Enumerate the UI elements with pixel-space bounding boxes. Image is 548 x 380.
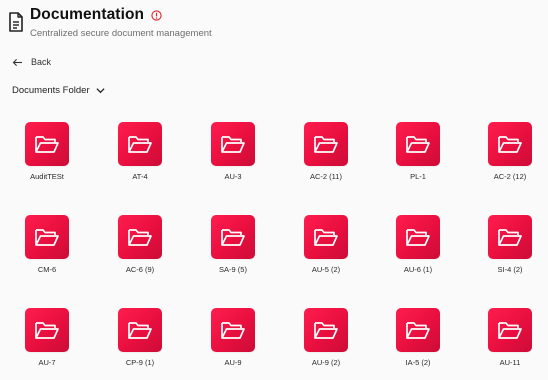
- folder-badge: [396, 215, 440, 259]
- folder-badge: [396, 308, 440, 352]
- folder-tile[interactable]: SI-4 (2): [465, 215, 548, 285]
- folder-icon: [128, 136, 152, 153]
- folder-icon: [221, 322, 245, 339]
- folder-icon: [221, 229, 245, 246]
- folder-icon: [406, 322, 430, 339]
- folder-tile[interactable]: AU-7: [2, 308, 92, 378]
- folder-tile[interactable]: AC-2 (11): [281, 122, 371, 192]
- folder-icon: [35, 136, 59, 153]
- folder-tile[interactable]: AU-6 (1): [373, 215, 463, 285]
- info-icon[interactable]: [151, 9, 162, 21]
- folder-badge: [118, 215, 162, 259]
- folder-tile[interactable]: AC-2 (12): [465, 122, 548, 192]
- folder-tile[interactable]: AT-4: [95, 122, 185, 192]
- folder-icon: [314, 229, 338, 246]
- folder-badge: [211, 122, 255, 166]
- back-label: Back: [31, 57, 52, 67]
- page-subtitle: Centralized secure document management: [30, 28, 212, 39]
- folder-badge: [211, 308, 255, 352]
- folder-label: AU-5 (2): [311, 265, 341, 274]
- chevron-down-icon: [96, 88, 105, 94]
- folder-tile[interactable]: AU-11: [465, 308, 548, 378]
- folder-label: AU-9 (2): [311, 358, 341, 367]
- folder-label: AU-3: [224, 172, 242, 181]
- folder-tile[interactable]: AU-9: [188, 308, 278, 378]
- back-button[interactable]: Back: [12, 57, 51, 67]
- folder-badge: [488, 308, 532, 352]
- folder-label: IA-5 (2): [405, 358, 431, 367]
- folder-icon: [498, 229, 522, 246]
- folder-badge: [304, 122, 348, 166]
- folder-tile[interactable]: IA-5 (2): [373, 308, 463, 378]
- folder-icon: [128, 229, 152, 246]
- folder-tile[interactable]: SA-9 (5): [188, 215, 278, 285]
- folder-dropdown-value: Documents Folder: [12, 85, 90, 96]
- folder-tile[interactable]: PL-1: [373, 122, 463, 192]
- folder-label: AT-4: [132, 172, 148, 181]
- folder-dropdown[interactable]: Documents Folder: [12, 85, 105, 96]
- folder-icon: [498, 322, 522, 339]
- folder-tile[interactable]: CM-6: [2, 215, 92, 285]
- page-title: Documentation: [30, 6, 145, 23]
- folder-badge: [25, 122, 69, 166]
- folder-tile[interactable]: AU-5 (2): [281, 215, 371, 285]
- folder-icon: [128, 322, 152, 339]
- folder-tile[interactable]: AC-6 (9): [95, 215, 185, 285]
- folder-badge: [396, 122, 440, 166]
- folder-badge: [211, 215, 255, 259]
- folder-label: AC-6 (9): [125, 265, 155, 274]
- folder-label: AuditTESt: [30, 172, 64, 181]
- arrow-left-icon: [12, 58, 22, 66]
- folder-badge: [25, 215, 69, 259]
- folder-icon: [35, 229, 59, 246]
- folder-label: SA-9 (5): [219, 265, 247, 274]
- folder-label: AC-2 (11): [310, 172, 342, 181]
- folder-label: SI-4 (2): [497, 265, 523, 274]
- folder-icon: [314, 136, 338, 153]
- folder-icon: [314, 322, 338, 339]
- folder-label: AC-2 (12): [493, 172, 527, 181]
- folder-icon: [35, 322, 59, 339]
- page-header: Documentation Centralized secure documen…: [8, 6, 212, 39]
- folder-badge: [488, 122, 532, 166]
- folder-tile[interactable]: CP-9 (1): [95, 308, 185, 378]
- folder-icon: [406, 136, 430, 153]
- folder-tile[interactable]: AuditTESt: [2, 122, 92, 192]
- folder-badge: [488, 215, 532, 259]
- folder-tile[interactable]: AU-9 (2): [281, 308, 371, 378]
- folder-badge: [118, 122, 162, 166]
- folder-badge: [304, 215, 348, 259]
- folder-label: AU-7: [38, 358, 56, 367]
- folder-label: CM-6: [37, 265, 57, 274]
- folder-badge: [25, 308, 69, 352]
- folder-label: CP-9 (1): [125, 358, 155, 367]
- folder-tile[interactable]: AU-3: [188, 122, 278, 192]
- folder-label: AU-6 (1): [403, 265, 433, 274]
- folder-badge: [304, 308, 348, 352]
- folder-label: AU-9: [224, 358, 242, 367]
- folder-label: PL-1: [410, 172, 426, 181]
- folder-icon: [406, 229, 430, 246]
- document-icon: [9, 12, 23, 32]
- folder-icon: [498, 136, 522, 153]
- folder-label: AU-11: [499, 358, 521, 367]
- folder-badge: [118, 308, 162, 352]
- folder-icon: [221, 136, 245, 153]
